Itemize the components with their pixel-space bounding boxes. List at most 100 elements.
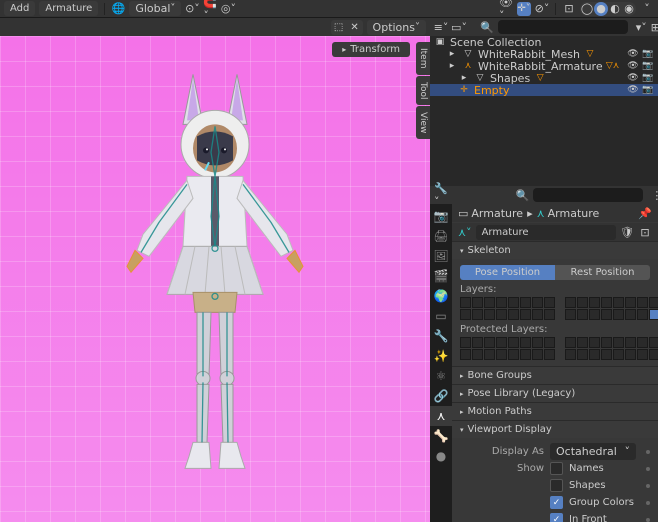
panel-bone-groups[interactable]: Bone Groups: [452, 367, 658, 384]
3d-viewport[interactable]: Transform Item Tool View: [0, 36, 430, 522]
shading-solid-icon[interactable]: ●: [594, 2, 608, 16]
select-icon[interactable]: ⬚: [331, 20, 347, 35]
snap-icon[interactable]: 🧲˅: [203, 2, 217, 16]
viewport-header: ⬚ ✕ Options ˅: [0, 18, 430, 36]
expand-icon[interactable]: ▸: [446, 60, 458, 72]
tab-tool[interactable]: Tool: [416, 76, 430, 105]
armature-layers[interactable]: [460, 297, 650, 320]
anim-dot-icon[interactable]: [646, 467, 650, 471]
orientation-select[interactable]: Global ˅: [129, 1, 181, 16]
transform-panel-header[interactable]: Transform: [332, 42, 410, 57]
tab-item[interactable]: Item: [416, 42, 430, 75]
tab-output[interactable]: 🖨: [430, 226, 452, 246]
tab-particles[interactable]: ✨: [430, 346, 452, 366]
protected-layers[interactable]: [460, 337, 650, 360]
tree-label: Empty: [474, 84, 509, 97]
armature-data-icon: ⋏˅: [458, 226, 472, 239]
shield-icon[interactable]: 🛡: [620, 225, 634, 239]
breadcrumb-object[interactable]: Armature: [471, 207, 523, 220]
protected-layers-label: Protected Layers:: [460, 324, 650, 335]
display-mode-icon[interactable]: ▭˅: [452, 20, 466, 34]
eye-icon[interactable]: 👁: [627, 60, 639, 72]
tree-row-selected[interactable]: ✛ Empty 👁📷: [430, 84, 658, 96]
render-icon[interactable]: 📷: [642, 60, 654, 72]
outliner-tree[interactable]: ▣ Scene Collection ▸ ▽ WhiteRabbit_Mesh …: [430, 36, 658, 186]
pivot-icon[interactable]: ⊙˅: [185, 2, 199, 16]
tree-row[interactable]: ▸ ▽ Shapes ▽ 👁📷: [430, 72, 658, 84]
tab-render[interactable]: 📷: [430, 206, 452, 226]
panel-viewport-display[interactable]: Viewport Display: [452, 421, 658, 438]
breadcrumb: ▭Armature ▸ ⋏Armature 📌: [452, 204, 658, 222]
group-colors-checkbox[interactable]: [550, 496, 563, 509]
display-as-select[interactable]: Octahedral˅: [550, 443, 636, 460]
breadcrumb-data[interactable]: Armature: [548, 207, 600, 220]
pose-position-button[interactable]: Pose Position: [460, 265, 555, 280]
in-front-checkbox[interactable]: [550, 513, 563, 522]
shapes-checkbox[interactable]: [550, 479, 563, 492]
shading-wireframe-icon[interactable]: ◯: [580, 2, 594, 16]
render-icon[interactable]: 📷: [642, 48, 654, 60]
viewport-header-icons: ⬚ ✕: [331, 20, 363, 35]
tab-physics[interactable]: ⚛: [430, 366, 452, 386]
gizmo-icon[interactable]: ✛˅: [517, 2, 531, 16]
tab-world[interactable]: 🌍: [430, 286, 452, 306]
props-mode-icon[interactable]: 🔧˅: [434, 188, 448, 202]
datablock-row: ⋏˅ Armature 🛡 ⊡: [452, 223, 658, 241]
shading-material-icon[interactable]: ◐: [608, 2, 622, 16]
tab-bone[interactable]: 🦴: [430, 426, 452, 446]
panel-pose-library[interactable]: Pose Library (Legacy): [452, 385, 658, 402]
anim-dot-icon[interactable]: [646, 450, 650, 454]
render-icon[interactable]: 📷: [642, 72, 654, 84]
tab-viewlayer[interactable]: 🖼: [430, 246, 452, 266]
close-icon[interactable]: ✕: [347, 20, 363, 35]
menu-add[interactable]: Add: [4, 1, 35, 16]
new-collection-icon[interactable]: ⊞: [651, 20, 658, 34]
visibility-icon[interactable]: 👁˅: [499, 2, 513, 16]
shapes-label: Shapes: [569, 480, 636, 491]
empty-icon: ✛: [458, 84, 470, 96]
header-toolbar: Add Armature 🌐 Global ˅ ⊙˅ 🧲˅ ◎˅ 👁˅ ✛˅ ⊘…: [0, 0, 658, 18]
props-options-icon[interactable]: ⋮: [651, 188, 658, 202]
anim-dot-icon[interactable]: [646, 501, 650, 505]
tab-constraints[interactable]: 🔗: [430, 386, 452, 406]
shading-options-icon[interactable]: ˅: [640, 2, 654, 16]
tab-armature-data[interactable]: ⋏: [430, 406, 452, 426]
tab-object[interactable]: ▭: [430, 306, 452, 326]
tree-scene-collection[interactable]: ▣ Scene Collection: [430, 36, 658, 48]
tab-material[interactable]: ●: [430, 446, 452, 466]
tab-modifiers[interactable]: 🔧: [430, 326, 452, 346]
panel-skeleton[interactable]: Skeleton: [452, 242, 658, 259]
outliner-mode-icon[interactable]: ≡˅: [434, 20, 448, 34]
tab-view[interactable]: View: [416, 106, 430, 139]
mesh-data-icon: ▽: [584, 48, 596, 60]
expand-icon[interactable]: ▸: [458, 72, 470, 84]
eye-icon[interactable]: 👁: [627, 72, 639, 84]
expand-icon[interactable]: ▸: [446, 48, 458, 60]
proportional-icon[interactable]: ◎˅: [221, 2, 235, 16]
anim-dot-icon[interactable]: [646, 484, 650, 488]
collection-icon: ▣: [434, 36, 446, 48]
tree-row[interactable]: ▸ ▽ WhiteRabbit_Mesh ▽ 👁📷: [430, 48, 658, 60]
armature-icon: ⋏: [462, 60, 474, 72]
shading-rendered-icon[interactable]: ◉: [622, 2, 636, 16]
xray-icon[interactable]: ⊡: [562, 2, 576, 16]
datablock-name[interactable]: Armature: [476, 225, 616, 240]
outliner-search[interactable]: [498, 20, 628, 34]
render-icon[interactable]: 📷: [642, 84, 654, 96]
anim-dot-icon[interactable]: [646, 518, 650, 522]
pin-icon[interactable]: 📌: [638, 206, 652, 220]
properties-search[interactable]: [533, 188, 643, 202]
panel-motion-paths[interactable]: Motion Paths: [452, 403, 658, 420]
eye-icon[interactable]: 👁: [627, 84, 639, 96]
users-icon[interactable]: ⊡: [638, 225, 652, 239]
names-checkbox[interactable]: [550, 462, 563, 475]
tree-row[interactable]: ▸ ⋏ WhiteRabbit_Armature ▽⋏ 👁📷: [430, 60, 658, 72]
menu-armature[interactable]: Armature: [39, 1, 98, 16]
filter-icon[interactable]: ▾˅: [636, 20, 647, 34]
orientation-icon[interactable]: 🌐: [111, 2, 125, 16]
options-dropdown[interactable]: Options ˅: [367, 20, 426, 35]
overlays-icon[interactable]: ⊘˅: [535, 2, 549, 16]
eye-icon[interactable]: 👁: [627, 48, 639, 60]
rest-position-button[interactable]: Rest Position: [555, 265, 650, 280]
tab-scene[interactable]: 🎬: [430, 266, 452, 286]
